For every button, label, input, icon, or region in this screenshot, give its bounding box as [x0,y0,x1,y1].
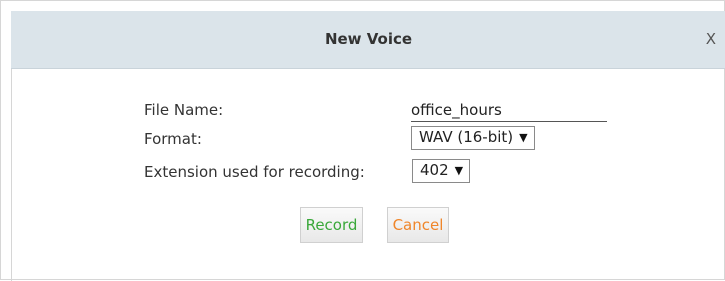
file-name-label: File Name: [144,101,224,119]
extension-select[interactable]: 402 ▼ [412,159,471,183]
extension-select-value: 402 [420,161,449,179]
chevron-down-icon: ▼ [454,164,464,177]
dialog-title: New Voice [324,30,413,48]
format-label: Format: [144,130,202,148]
dialog-left-border [11,69,12,281]
close-button[interactable]: X [706,30,716,48]
record-button[interactable]: Record [300,207,363,243]
cancel-button[interactable]: Cancel [387,207,449,243]
extension-label: Extension used for recording: [144,163,365,181]
file-name-input[interactable] [411,99,607,122]
new-voice-dialog: New Voice X File Name: Format: WAV (16-b… [0,0,725,281]
format-select-value: WAV (16-bit) [419,128,514,146]
format-select[interactable]: WAV (16-bit) ▼ [411,126,535,150]
dialog-header: New Voice X [11,11,725,69]
chevron-down-icon: ▼ [519,131,528,144]
